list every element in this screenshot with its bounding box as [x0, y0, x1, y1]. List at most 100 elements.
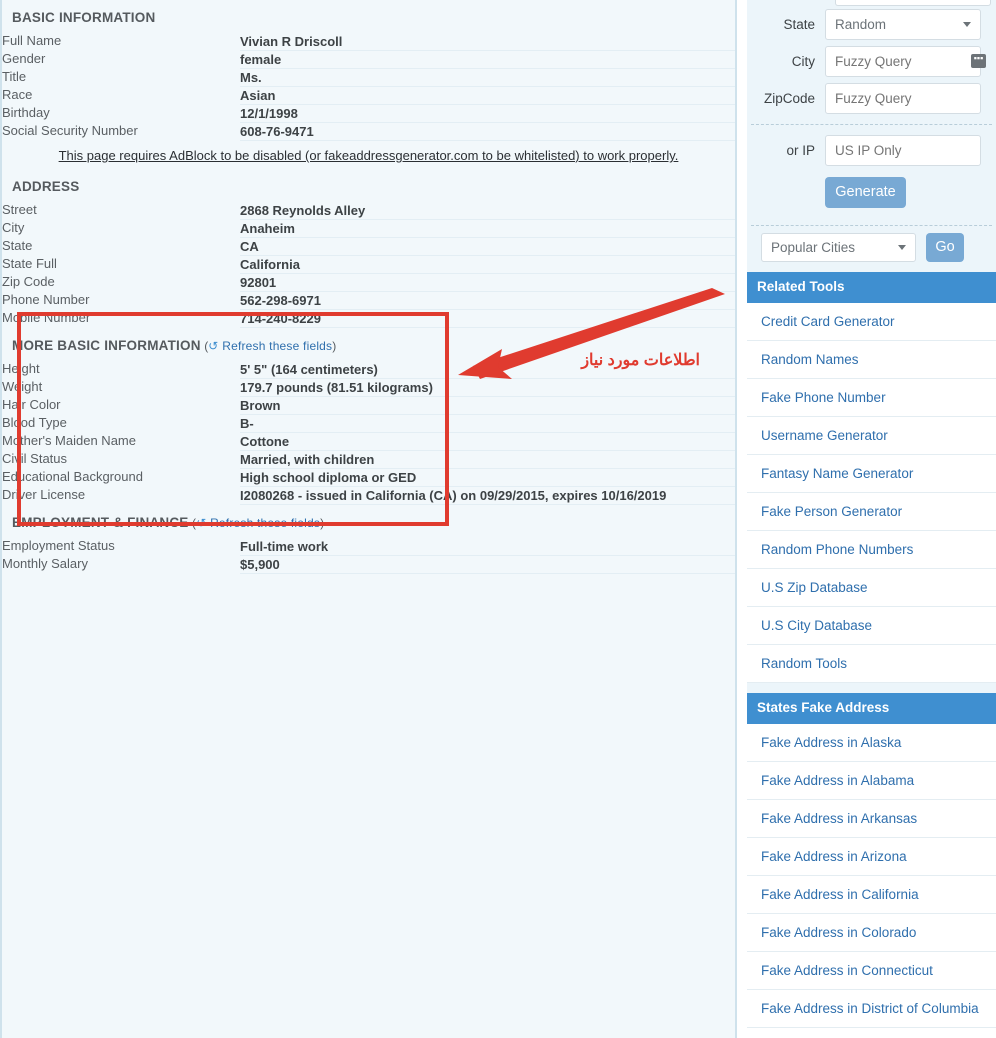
field-label: Phone Number [2, 292, 240, 310]
field-label: Height [2, 361, 240, 379]
popular-cities-row: Popular Cities Go [747, 233, 996, 272]
field-value: Anaheim [240, 220, 735, 238]
field-label: State [2, 238, 240, 256]
list-picker-icon[interactable]: ▪▪▪ [971, 54, 986, 68]
field-value: 562-298-6971 [240, 292, 735, 310]
field-value: Asian [240, 87, 735, 105]
list-item[interactable]: Fake Address in Arkansas [747, 800, 996, 838]
states-fake-address-panel: States Fake Address Fake Address in Alas… [747, 693, 996, 1038]
field-value: female [240, 51, 735, 69]
refresh-fields-link[interactable]: Refresh these fields [210, 516, 320, 530]
states-fake-address-list: Fake Address in AlaskaFake Address in Al… [747, 724, 996, 1038]
table-row: TitleMs. [2, 69, 735, 87]
table-row: Full NameVivian R Driscoll [2, 33, 735, 51]
field-value: 2868 Reynolds Alley [240, 202, 735, 220]
field-label: Race [2, 87, 240, 105]
page-root: BASIC INFORMATIONFull NameVivian R Drisc… [0, 0, 996, 1038]
list-item[interactable]: Fake Address in Delaware [747, 1028, 996, 1038]
field-label: Full Name [2, 33, 240, 51]
ip-input[interactable] [825, 135, 981, 166]
field-label: Blood Type [2, 415, 240, 433]
info-table: Street2868 Reynolds AlleyCityAnaheimStat… [2, 202, 735, 328]
city-input[interactable] [825, 46, 981, 77]
city-row: City ▪▪▪ [747, 43, 996, 80]
field-label: Street [2, 202, 240, 220]
chevron-down-icon [898, 245, 906, 250]
list-item[interactable]: Fake Address in Alaska [747, 724, 996, 762]
list-item[interactable]: Fake Person Generator [747, 493, 996, 531]
field-label: Weight [2, 379, 240, 397]
ip-label: or IP [747, 143, 825, 158]
state-select[interactable]: Random [825, 9, 981, 40]
info-sections: BASIC INFORMATIONFull NameVivian R Drisc… [2, 0, 735, 574]
ip-row: or IP [747, 132, 996, 169]
generate-button[interactable]: Generate [825, 177, 906, 208]
list-item[interactable]: Random Tools [747, 645, 996, 683]
right-sidebar: State Random City ▪▪▪ ZipCode [747, 0, 996, 1038]
related-tools-panel: Related Tools Credit Card GeneratorRando… [747, 272, 996, 683]
field-value: High school diploma or GED [240, 469, 735, 487]
refresh-fields-link[interactable]: Refresh these fields [222, 339, 332, 353]
refresh-icon: ↻ [208, 338, 218, 354]
list-item[interactable]: U.S Zip Database [747, 569, 996, 607]
table-row: Mobile Number714-240-8229 [2, 310, 735, 328]
field-label: Monthly Salary [2, 556, 240, 574]
list-item[interactable]: Fake Address in California [747, 876, 996, 914]
table-row: Monthly Salary$5,900 [2, 556, 735, 574]
field-label: Hair Color [2, 397, 240, 415]
list-item[interactable]: Fake Phone Number [747, 379, 996, 417]
go-button[interactable]: Go [926, 233, 964, 262]
field-label: Employment Status [2, 538, 240, 556]
list-item[interactable]: Fake Address in District of Columbia [747, 990, 996, 1028]
table-row: Street2868 Reynolds Alley [2, 202, 735, 220]
popular-cities-select[interactable]: Popular Cities [761, 233, 916, 262]
table-row: State FullCalifornia [2, 256, 735, 274]
field-value: Married, with children [240, 451, 735, 469]
table-row: Hair ColorBrown [2, 397, 735, 415]
field-label: Mobile Number [2, 310, 240, 328]
main-content-panel: BASIC INFORMATIONFull NameVivian R Drisc… [0, 0, 737, 1038]
field-label: Zip Code [2, 274, 240, 292]
zipcode-input[interactable] [825, 83, 981, 114]
field-label: Civil Status [2, 451, 240, 469]
field-value: Vivian R Driscoll [240, 33, 735, 51]
list-item[interactable]: Username Generator [747, 417, 996, 455]
zipcode-label: ZipCode [747, 91, 825, 106]
list-item[interactable]: Credit Card Generator [747, 303, 996, 341]
list-item[interactable]: Fake Address in Colorado [747, 914, 996, 952]
list-item[interactable]: Fake Address in Alabama [747, 762, 996, 800]
table-row: RaceAsian [2, 87, 735, 105]
address-generator-form: State Random City ▪▪▪ ZipCode [747, 0, 996, 272]
section-title-text: MORE BASIC INFORMATION [12, 338, 201, 353]
list-item[interactable]: U.S City Database [747, 607, 996, 645]
info-table: Height5' 5" (164 centimeters)Weight179.7… [2, 361, 735, 505]
field-label: Title [2, 69, 240, 87]
divider-below-generate [751, 225, 992, 226]
refresh-fields-wrap: (↻ Refresh these fields) [189, 516, 325, 530]
field-label: Gender [2, 51, 240, 69]
section-title-text: ADDRESS [12, 179, 79, 194]
info-table: Full NameVivian R DriscollGenderfemaleTi… [2, 33, 735, 141]
table-row: Genderfemale [2, 51, 735, 69]
related-tools-title: Related Tools [747, 272, 996, 303]
adblock-notice-link[interactable]: This page requires AdBlock to be disable… [59, 148, 679, 163]
city-label: City [747, 54, 825, 69]
field-value: CA [240, 238, 735, 256]
info-table: Employment StatusFull-time workMonthly S… [2, 538, 735, 574]
field-value: $5,900 [240, 556, 735, 574]
field-value: 12/1/1998 [240, 105, 735, 123]
field-value: Ms. [240, 69, 735, 87]
list-item[interactable]: Random Phone Numbers [747, 531, 996, 569]
list-item[interactable]: Fake Address in Arizona [747, 838, 996, 876]
list-item[interactable]: Fake Address in Connecticut [747, 952, 996, 990]
field-label: Social Security Number [2, 123, 240, 141]
field-value: 179.7 pounds (81.51 kilograms) [240, 379, 735, 397]
table-row: Blood TypeB- [2, 415, 735, 433]
list-item[interactable]: Random Names [747, 341, 996, 379]
adblock-notice-row: This page requires AdBlock to be disable… [2, 141, 735, 169]
field-value: Cottone [240, 433, 735, 451]
field-value: B- [240, 415, 735, 433]
table-row: Driver LicenseI2080268 - issued in Calif… [2, 487, 735, 505]
table-row: Employment StatusFull-time work [2, 538, 735, 556]
list-item[interactable]: Fantasy Name Generator [747, 455, 996, 493]
